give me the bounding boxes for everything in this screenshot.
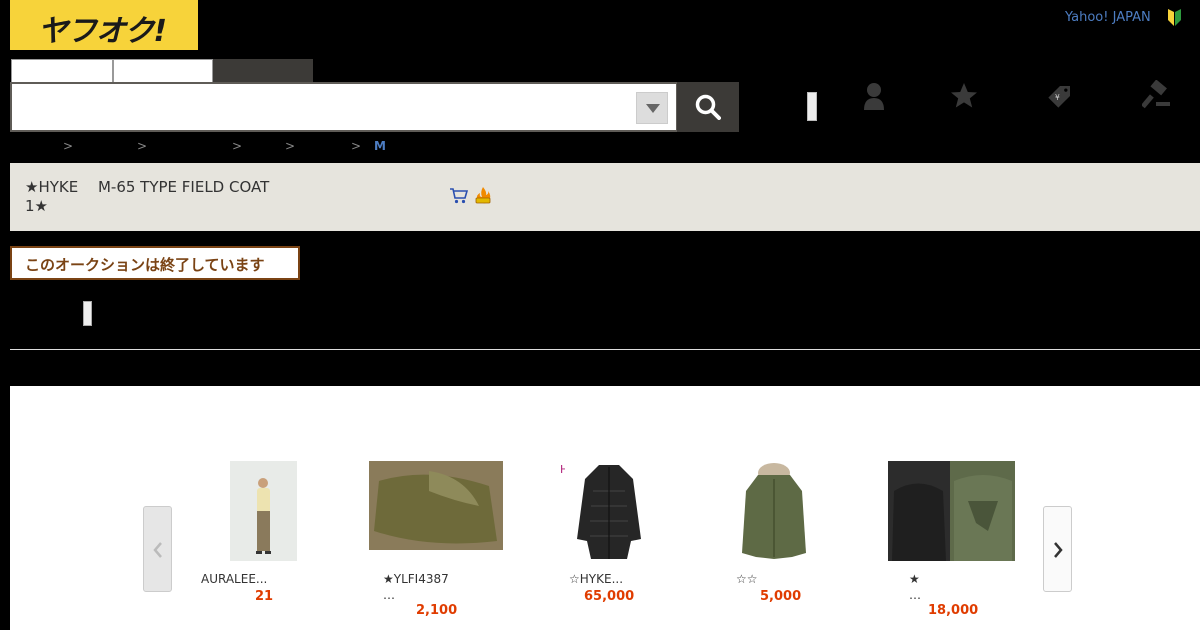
yahuoku-logo[interactable]: ヤフオク! (10, 0, 198, 50)
gavel-icon[interactable] (1142, 80, 1172, 112)
cart-icon[interactable] (450, 188, 468, 204)
search-button[interactable] (677, 82, 739, 132)
category-tab-3[interactable] (213, 59, 313, 83)
header-scrollbar-stub (807, 92, 817, 121)
breadcrumb-separator: > (232, 139, 243, 153)
item-thumbnail[interactable] (732, 461, 817, 561)
auction-ended-notice: このオークションは終了しています (10, 246, 300, 280)
yahoo-japan-link[interactable]: Yahoo! JAPAN (1065, 10, 1151, 25)
item-title: ★HYKE M-65 TYPE FIELD COAT 1★ (25, 178, 270, 215)
item-name[interactable]: ☆HYKE... (569, 571, 623, 587)
user-icon[interactable] (859, 80, 889, 112)
search-input[interactable] (18, 92, 628, 122)
category-tab-2[interactable] (113, 59, 213, 83)
item-thumbnail[interactable] (888, 461, 1015, 561)
carousel-next-button[interactable] (1043, 506, 1072, 592)
page: ヤフオク! Yahoo! JAPAN ¥ > > > > > M ★HYKE M… (0, 0, 1200, 630)
item-name[interactable]: ★ … (909, 571, 921, 603)
divider (10, 349, 1200, 350)
beginner-mark-icon[interactable] (1166, 9, 1183, 27)
item-thumbnail[interactable] (369, 461, 503, 550)
star-icon[interactable] (949, 80, 979, 112)
breadcrumb-separator: > (137, 139, 148, 153)
breadcrumb-separator: > (351, 139, 362, 153)
fire-icon[interactable] (474, 186, 492, 204)
item-name[interactable]: ★YLFI4387 … (383, 571, 449, 603)
breadcrumb-separator: > (63, 139, 74, 153)
search-scope-dropdown[interactable] (636, 92, 668, 124)
item-thumbnail[interactable] (565, 461, 653, 561)
auction-ended-text: このオークションは終了しています (25, 256, 265, 274)
breadcrumb-current[interactable]: M (374, 139, 386, 153)
item-thumbnail[interactable] (230, 461, 297, 561)
item-title-band: ★HYKE M-65 TYPE FIELD COAT 1★ (10, 163, 1200, 231)
item-price: 18,000 (928, 603, 979, 618)
item-name[interactable]: AURALEE... (201, 571, 267, 587)
search-icon (695, 94, 721, 120)
carousel-prev-button[interactable] (143, 506, 172, 592)
item-price: 21 (255, 589, 274, 604)
breadcrumb-separator: > (285, 139, 296, 153)
chevron-left-icon (153, 542, 162, 558)
search-box (10, 82, 678, 132)
chevron-right-icon (1054, 542, 1063, 558)
logo-text: ヤフオク! (38, 14, 167, 49)
tag-icon[interactable]: ¥ (1045, 80, 1075, 112)
category-tab-1[interactable] (11, 59, 113, 83)
item-price: 65,000 (584, 589, 635, 604)
svg-text:¥: ¥ (1055, 93, 1060, 102)
scroll-marker (83, 301, 92, 326)
item-price: 5,000 (760, 589, 802, 604)
item-name[interactable]: ☆☆ (736, 571, 758, 587)
item-price: 2,100 (416, 603, 458, 618)
chevron-down-icon (646, 104, 660, 113)
